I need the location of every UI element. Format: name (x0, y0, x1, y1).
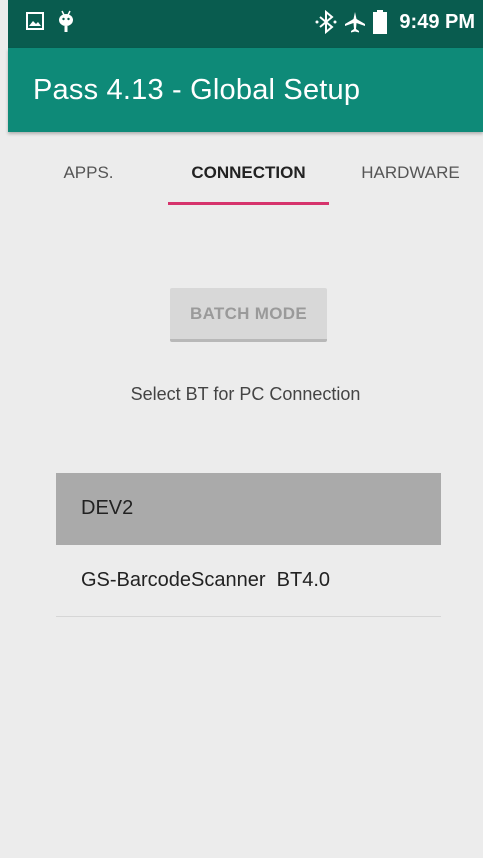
status-bar: 9:49 PM (8, 0, 483, 48)
airplane-mode-icon (343, 10, 367, 34)
status-left-icons (26, 10, 74, 32)
status-right-icons: 9:49 PM (315, 10, 475, 34)
image-notification-icon (26, 12, 44, 30)
device-item-gs-barcodescanner[interactable]: GS-BarcodeScanner BT4.0 (56, 545, 441, 617)
batch-mode-button[interactable]: BATCH MODE (170, 288, 327, 342)
tab-apps[interactable]: APPS. (16, 140, 161, 206)
page-title: Pass 4.13 - Global Setup (33, 74, 361, 106)
tab-hardware[interactable]: HARDWARE (338, 140, 483, 206)
screen: 9:49 PM Pass 4.13 - Global Setup APPS. C… (0, 0, 483, 858)
tab-active-indicator (168, 202, 329, 205)
bluetooth-icon (315, 10, 337, 34)
battery-icon (373, 10, 388, 34)
device-list: DEV2 GS-BarcodeScanner BT4.0 (56, 473, 441, 617)
device-item-dev2[interactable]: DEV2 (56, 473, 441, 545)
app-bar: Pass 4.13 - Global Setup (8, 48, 483, 132)
select-bt-label: Select BT for PC Connection (130, 384, 361, 404)
android-debug-icon (58, 10, 74, 32)
tab-connection[interactable]: CONNECTION (168, 140, 329, 206)
status-time: 9:49 PM (399, 10, 475, 33)
tab-bar: APPS. CONNECTION HARDWARE (8, 140, 483, 206)
